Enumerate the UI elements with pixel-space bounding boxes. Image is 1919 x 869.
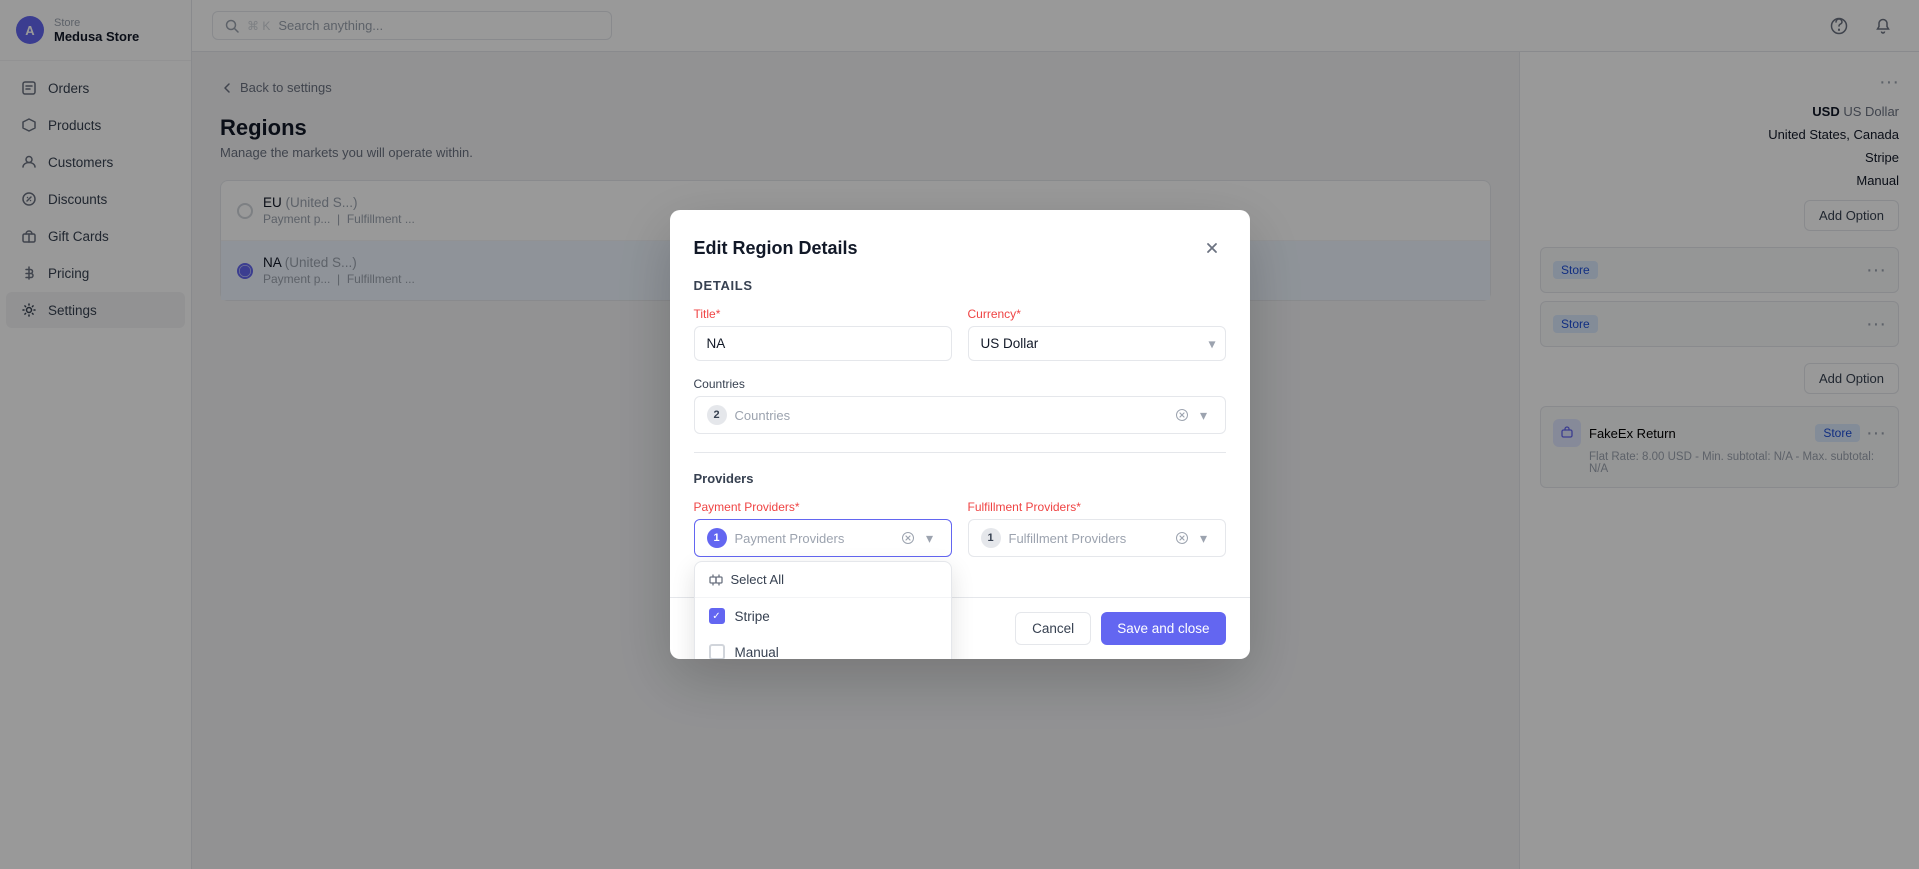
payment-providers-field[interactable]: 1 Payment Providers ▾ bbox=[694, 519, 952, 557]
section-divider bbox=[694, 452, 1226, 453]
title-input[interactable] bbox=[694, 326, 952, 361]
stripe-label: Stripe bbox=[735, 609, 770, 624]
currency-select[interactable]: US Dollar bbox=[968, 326, 1226, 361]
payment-providers-label: Payment Providers* bbox=[694, 500, 952, 514]
countries-chevron-icon[interactable]: ▾ bbox=[1195, 406, 1213, 424]
stripe-checkbox[interactable] bbox=[709, 608, 725, 624]
title-label: Title* bbox=[694, 307, 952, 321]
countries-count: 2 bbox=[707, 405, 727, 425]
select-all-label: Select All bbox=[731, 572, 784, 587]
cancel-button[interactable]: Cancel bbox=[1015, 612, 1091, 645]
countries-field[interactable]: 2 Countries ▾ bbox=[694, 396, 1226, 434]
currency-select-wrapper: US Dollar ▾ bbox=[968, 326, 1226, 361]
fulfillment-providers-placeholder: Fulfillment Providers bbox=[1009, 531, 1165, 546]
modal-overlay[interactable]: Edit Region Details Details Title* Curre… bbox=[0, 0, 1919, 869]
fulfillment-providers-count: 1 bbox=[981, 528, 1001, 548]
dropdown-item-stripe[interactable]: Stripe bbox=[695, 598, 951, 634]
payment-providers-clear-icon[interactable] bbox=[899, 529, 917, 547]
providers-row: Payment Providers* 1 Payment Providers ▾ bbox=[694, 500, 1226, 557]
currency-label: Currency* bbox=[968, 307, 1226, 321]
modal-close-button[interactable] bbox=[1198, 234, 1226, 262]
edit-region-modal: Edit Region Details Details Title* Curre… bbox=[670, 210, 1250, 659]
dropdown-item-manual[interactable]: Manual bbox=[695, 634, 951, 659]
details-section-title: Details bbox=[694, 278, 1226, 293]
manual-label: Manual bbox=[735, 645, 779, 660]
fulfillment-providers-clear-icon[interactable] bbox=[1173, 529, 1191, 547]
countries-clear-icon[interactable] bbox=[1173, 406, 1191, 424]
fulfillment-providers-icons: ▾ bbox=[1173, 529, 1213, 547]
select-all-icon bbox=[709, 573, 723, 587]
fulfillment-providers-field[interactable]: 1 Fulfillment Providers ▾ bbox=[968, 519, 1226, 557]
modal-body: Details Title* Currency* US Dollar ▾ bbox=[670, 278, 1250, 597]
countries-placeholder: Countries bbox=[735, 408, 1165, 423]
manual-checkbox[interactable] bbox=[709, 644, 725, 659]
title-currency-row: Title* Currency* US Dollar ▾ bbox=[694, 307, 1226, 361]
payment-providers-group: Payment Providers* 1 Payment Providers ▾ bbox=[694, 500, 952, 557]
fulfillment-providers-label: Fulfillment Providers* bbox=[968, 500, 1226, 514]
fulfillment-providers-chevron-icon[interactable]: ▾ bbox=[1195, 529, 1213, 547]
currency-group: Currency* US Dollar ▾ bbox=[968, 307, 1226, 361]
payment-providers-dropdown: Select All Stripe Manual Stripe Prz bbox=[694, 561, 952, 659]
payment-providers-placeholder: Payment Providers bbox=[735, 531, 891, 546]
payment-providers-icons: ▾ bbox=[899, 529, 939, 547]
countries-label: Countries bbox=[694, 377, 1226, 391]
countries-field-icons: ▾ bbox=[1173, 406, 1213, 424]
payment-providers-count: 1 bbox=[707, 528, 727, 548]
payment-providers-chevron-icon[interactable]: ▾ bbox=[921, 529, 939, 547]
modal-title: Edit Region Details bbox=[694, 238, 858, 259]
title-group: Title* bbox=[694, 307, 952, 361]
fulfillment-providers-group: Fulfillment Providers* 1 Fulfillment Pro… bbox=[968, 500, 1226, 557]
providers-section-title: Providers bbox=[694, 471, 1226, 486]
select-all-option[interactable]: Select All bbox=[695, 562, 951, 598]
save-button[interactable]: Save and close bbox=[1101, 612, 1225, 645]
modal-header: Edit Region Details bbox=[670, 210, 1250, 278]
countries-group: Countries 2 Countries ▾ bbox=[694, 377, 1226, 434]
